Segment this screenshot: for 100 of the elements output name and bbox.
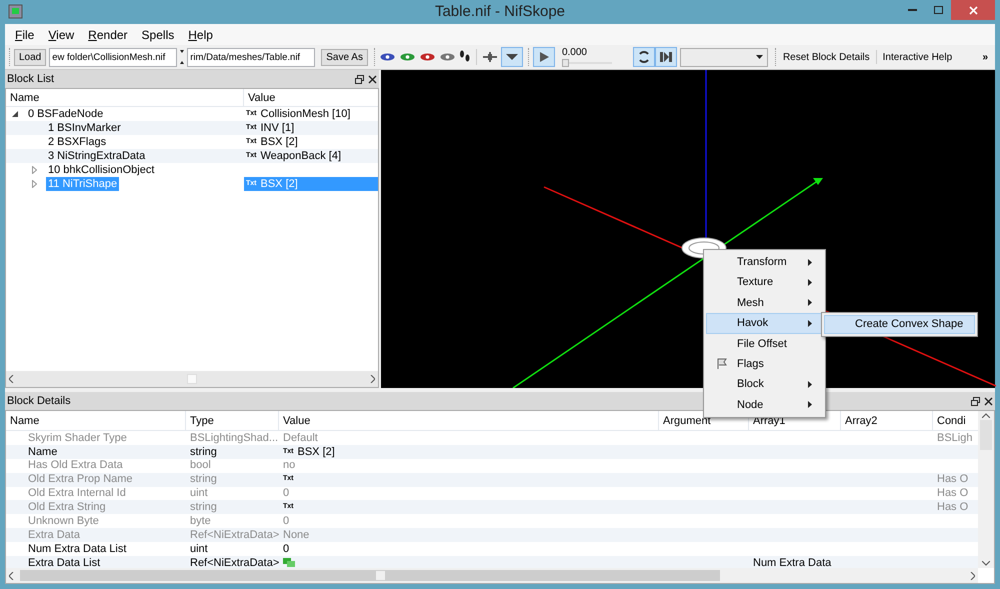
menu-item[interactable]: View	[42, 26, 80, 44]
menu-item[interactable]: Transform	[706, 252, 823, 272]
play-icon	[538, 51, 550, 63]
eye-icon[interactable]	[378, 52, 396, 62]
value-text: CollisionMesh [10]	[260, 106, 350, 122]
caret-icon	[506, 53, 518, 61]
table-cell-text: Has Old Extra Data	[28, 458, 123, 474]
column-header[interactable]: Value	[279, 411, 659, 430]
submenu-arrow-icon	[808, 320, 812, 327]
table-cell-text: Num Extra Data	[753, 556, 832, 568]
eye-icon[interactable]	[398, 52, 416, 62]
value-text: BSX [2]	[260, 134, 298, 150]
scroll-up-icon[interactable]	[982, 413, 990, 418]
table-cell-text: Has O	[937, 500, 968, 516]
scroll-left-icon[interactable]	[9, 572, 14, 580]
table-cell-text: 0	[283, 542, 290, 557]
collapsed-icon[interactable]	[32, 180, 37, 188]
table-cell-text: Name	[28, 444, 58, 460]
reset-block-details-button[interactable]: Reset Block Details	[780, 50, 873, 64]
table-row[interactable]: Num Extra Data List uint 0	[6, 542, 978, 556]
expanded-icon[interactable]	[12, 111, 18, 117]
tree-item[interactable]: 0 BSFadeNode	[26, 107, 106, 121]
path-field[interactable]: rim/Data/meshes/Table.nif	[187, 48, 316, 66]
interactive-help-button[interactable]: Interactive Help	[880, 50, 956, 64]
submenu-arrow-icon	[808, 401, 812, 408]
panel-title: Block Details	[7, 394, 71, 409]
path-field[interactable]: ew folder\CollisionMesh.nif	[49, 48, 178, 66]
table-cell-text: None	[283, 528, 310, 543]
table-cell-text: uint	[190, 486, 208, 502]
scroll-right-icon[interactable]	[370, 375, 375, 383]
column-header[interactable]: Array2	[841, 411, 933, 430]
tree-item[interactable]: 2 BSXFlags	[46, 135, 108, 149]
menu-item[interactable]: File	[9, 26, 40, 44]
axis-move-icon[interactable]	[482, 50, 498, 64]
scroll-right-icon[interactable]	[970, 572, 975, 580]
save-as-button[interactable]: Save As	[321, 48, 368, 66]
loop-icon	[636, 50, 651, 64]
footprints-icon[interactable]	[458, 50, 471, 64]
splitter-arrows-icon[interactable]	[180, 49, 184, 65]
tree-item[interactable]: 1 BSInvMarker	[46, 121, 123, 135]
scroll-left-icon[interactable]	[9, 375, 14, 383]
menu-item[interactable]: Spells	[136, 26, 180, 44]
table-cell-text: Extra Data List	[28, 556, 100, 568]
menu-item[interactable]: Create Convex Shape	[824, 315, 975, 334]
play-button[interactable]	[532, 47, 555, 67]
submenu-arrow-icon	[808, 258, 812, 266]
minimize-icon	[908, 9, 916, 11]
menu-item[interactable]: Texture	[706, 272, 823, 293]
value-text: WeaponBack [4]	[260, 148, 342, 164]
float-icon[interactable]	[971, 396, 980, 406]
menu-item[interactable]: Havok	[706, 313, 823, 334]
collapsed-icon[interactable]	[32, 166, 37, 174]
scroll-down-icon[interactable]	[982, 561, 990, 566]
float-icon[interactable]	[355, 74, 364, 84]
column-header[interactable]: Value	[244, 89, 378, 106]
menu-item[interactable]: Block	[706, 374, 823, 395]
close-icon	[968, 6, 978, 14]
loop-button[interactable]	[632, 47, 655, 67]
eye-icon[interactable]	[438, 52, 456, 62]
column-header[interactable]: Name	[6, 89, 244, 106]
horizontal-scrollbar[interactable]	[6, 568, 978, 583]
scroll-thumb[interactable]	[187, 374, 197, 384]
menu-item[interactable]: Help	[182, 26, 219, 44]
table-cell-text: Ref<NiExtraData>	[190, 556, 280, 568]
tree-item[interactable]: 3 NiStringExtraData	[46, 149, 148, 163]
vertical-scrollbar[interactable]	[978, 411, 994, 568]
flag-icon	[716, 358, 728, 370]
table-cell-text: BSLigh	[937, 430, 972, 446]
horizontal-scrollbar[interactable]	[6, 371, 378, 387]
slider-thumb[interactable]	[562, 59, 569, 67]
table-cell-text: string	[190, 472, 217, 488]
value-text: BSX [2]	[260, 176, 298, 192]
tree-item[interactable]: 10 bhkCollisionObject	[46, 163, 156, 177]
menu-item[interactable]: File Offset	[706, 334, 823, 354]
submenu-arrow-icon	[808, 299, 812, 306]
more-button[interactable]: »	[979, 50, 991, 64]
close-icon[interactable]	[368, 74, 377, 84]
array-icon	[283, 558, 295, 568]
eye-icon[interactable]	[418, 52, 436, 62]
switch-button[interactable]	[654, 47, 677, 67]
table-row[interactable]: Extra Data List Ref<NiExtraData> Num Extra Data	[6, 556, 978, 568]
close-icon[interactable]	[984, 396, 993, 406]
table-cell-text: BSLightingShad...	[190, 430, 278, 446]
caret-icon	[756, 55, 763, 59]
menu-item[interactable]: Mesh	[706, 292, 823, 314]
view-dropdown-button[interactable]	[500, 47, 523, 67]
scroll-thumb[interactable]	[20, 570, 720, 581]
column-header[interactable]: Type	[186, 411, 279, 430]
close-button[interactable]	[951, 0, 995, 20]
time-slider[interactable]	[562, 59, 612, 67]
menu-item[interactable]: Flags	[706, 354, 823, 374]
table-cell-text: 0	[283, 514, 290, 530]
column-header[interactable]: Name	[6, 411, 186, 430]
table-cell-text: Default	[283, 430, 318, 446]
menu-item[interactable]: Render	[82, 26, 134, 44]
table-cell-text: Num Extra Data List	[28, 542, 126, 557]
load-button[interactable]: Load	[14, 48, 46, 66]
table-cell-text: Skyrim Shader Type	[28, 430, 127, 446]
maximize-icon	[934, 6, 942, 14]
submenu-arrow-icon	[808, 381, 812, 388]
